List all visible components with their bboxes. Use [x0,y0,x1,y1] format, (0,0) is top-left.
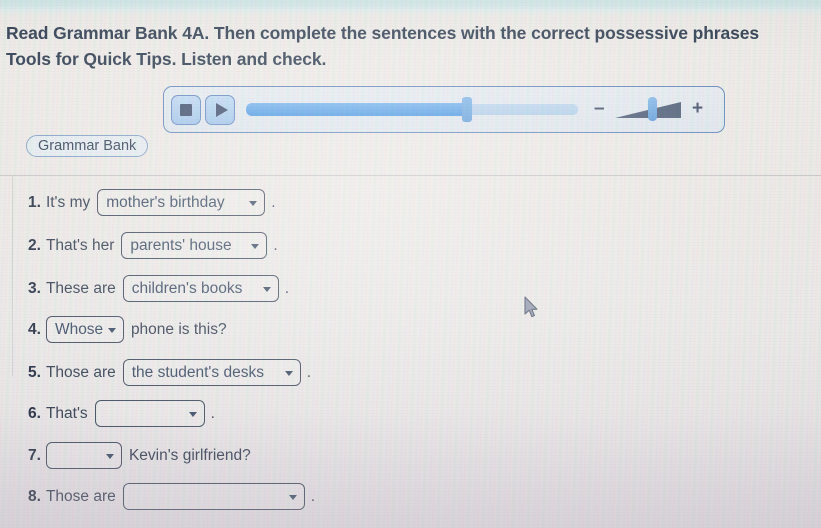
answer-dropdown-value: mother's birthday [106,193,225,211]
progress-handle[interactable] [462,97,472,122]
question-row: 5. Those are the student's desks. [28,359,311,386]
answer-dropdown-value: Whose [54,320,104,338]
question-number: 4. [28,320,41,338]
question-row: 2. That's her parents' house. [28,232,278,259]
grammar-bank-button[interactable]: Grammar Bank [26,135,149,157]
progress-fill [246,103,468,116]
answer-dropdown[interactable] [94,400,205,427]
question-row: 1. It's my mother's birthday. [28,189,276,216]
volume-down-button[interactable]: – [594,99,605,119]
sentence-period: . [306,363,312,381]
chevron-down-icon [105,453,114,459]
left-margin-rule [12,176,13,376]
answer-dropdown-value: the student's desks [131,363,264,381]
mouse-cursor [524,296,538,318]
question-text-before: That's [45,404,88,422]
chevron-down-icon [251,243,260,249]
sentence-period: . [210,404,215,422]
question-text-after: phone is this? [130,320,227,338]
stop-icon [180,104,192,116]
question-row: 6. That's. [28,400,215,427]
sentence-period: . [284,279,290,297]
question-text-before: It's my [45,193,91,211]
question-text-before: Those are [45,363,116,381]
answer-dropdown[interactable]: children's books [122,275,279,302]
page-title-line-2: Tools for Quick Tips. Listen and check. [6,49,327,69]
chevron-down-icon [284,370,293,376]
play-button[interactable] [205,95,235,125]
question-row: 7. Kevin's girlfriend? [28,442,251,469]
question-number: 2. [28,236,41,254]
page-surface: Read Grammar Bank 4A. Then complete the … [0,0,821,528]
volume-slider-handle[interactable] [648,97,657,121]
answer-dropdown[interactable] [122,483,305,510]
question-number: 7. [28,446,41,464]
answer-dropdown[interactable]: Whose [45,316,124,343]
question-number: 1. [28,193,41,211]
answer-dropdown[interactable]: mother's birthday [97,189,266,216]
content-layer: Read Grammar Bank 4A. Then complete the … [0,0,821,528]
question-number: 3. [28,279,41,297]
chevron-down-icon [249,200,258,206]
question-row: 4. Whose phone is this? [28,316,227,343]
sentence-period: . [273,236,278,254]
sentence-period: . [310,487,316,505]
question-row: 3. These are children's books. [28,275,289,302]
question-text-before: Those are [45,487,116,505]
chevron-down-icon [188,411,197,417]
question-text-before: That's her [45,236,115,254]
audio-player: – + [163,86,725,133]
answer-dropdown[interactable]: the student's desks [122,359,301,386]
answer-dropdown-value: children's books [131,279,243,297]
question-text-before: These are [45,279,116,297]
answer-dropdown[interactable] [45,442,122,469]
play-icon [216,103,228,117]
page-title-line-1: Read Grammar Bank 4A. Then complete the … [6,23,760,43]
answer-dropdown[interactable]: parents' house [121,232,268,259]
question-number: 8. [28,487,41,505]
question-row: 8. Those are. [28,483,315,510]
sentence-period: . [271,193,276,211]
answer-dropdown-value: parents' house [130,236,232,254]
volume-up-button[interactable]: + [692,99,703,119]
chevron-down-icon [262,286,271,292]
question-number: 5. [28,363,41,381]
chevron-down-icon [107,327,116,333]
chevron-down-icon [288,494,297,500]
question-number: 6. [28,404,41,422]
question-text-after: Kevin's girlfriend? [128,446,251,464]
stop-button[interactable] [171,95,201,125]
section-divider [0,175,821,176]
page-title: Read Grammar Bank 4A. Then complete the … [6,20,821,72]
